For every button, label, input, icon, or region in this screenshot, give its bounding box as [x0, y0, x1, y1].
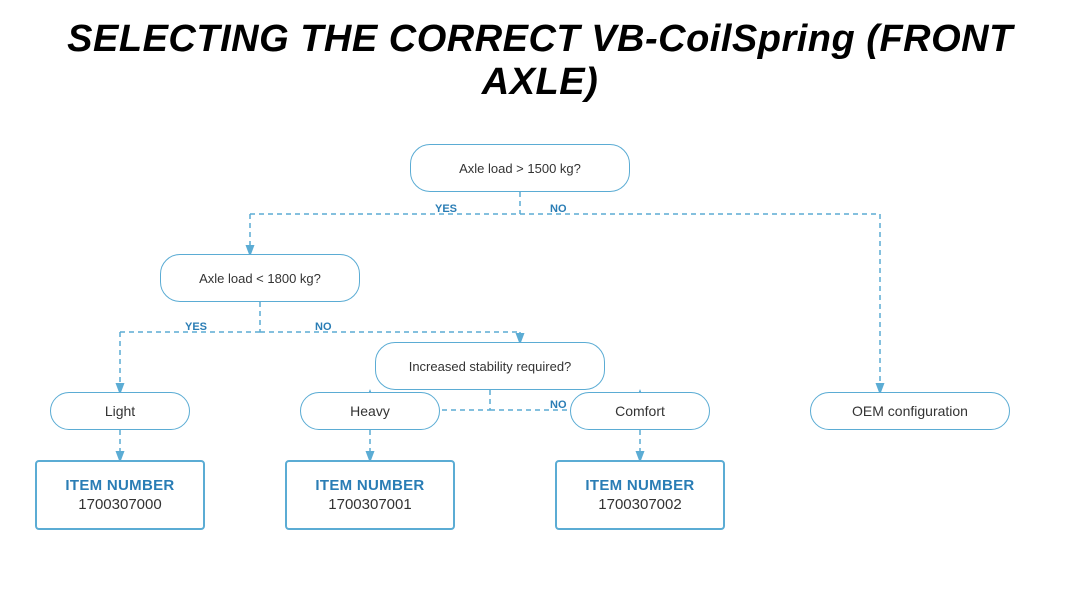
item-3-number: 1700307002	[598, 496, 681, 513]
diagram: YES NO YES NO YES NO Axle load > 1500 kg…	[20, 114, 1060, 604]
item-box-3: ITEM NUMBER 1700307002	[555, 460, 725, 530]
decision-3-text: Increased stability required?	[409, 359, 572, 374]
decision-2-text: Axle load < 1800 kg?	[199, 271, 321, 286]
item-1-number: 1700307000	[78, 496, 161, 513]
svg-text:NO: NO	[550, 399, 567, 411]
svg-text:YES: YES	[435, 203, 457, 215]
result-comfort: Comfort	[570, 392, 710, 430]
decision-1-text: Axle load > 1500 kg?	[459, 161, 581, 176]
result-oem: OEM configuration	[810, 392, 1010, 430]
item-box-2: ITEM NUMBER 1700307001	[285, 460, 455, 530]
decision-box-3: Increased stability required?	[375, 342, 605, 390]
item-box-1: ITEM NUMBER 1700307000	[35, 460, 205, 530]
item-1-label: ITEM NUMBER	[65, 477, 174, 494]
result-light: Light	[50, 392, 190, 430]
decision-box-1: Axle load > 1500 kg?	[410, 144, 630, 192]
item-3-label: ITEM NUMBER	[585, 477, 694, 494]
decision-box-2: Axle load < 1800 kg?	[160, 254, 360, 302]
item-2-label: ITEM NUMBER	[315, 477, 424, 494]
item-2-number: 1700307001	[328, 496, 411, 513]
result-heavy: Heavy	[300, 392, 440, 430]
svg-text:NO: NO	[550, 203, 567, 215]
page-title: SELECTING THE CORRECT VB-CoilSpring (FRO…	[20, 0, 1060, 114]
page: SELECTING THE CORRECT VB-CoilSpring (FRO…	[0, 0, 1080, 608]
svg-text:NO: NO	[315, 321, 332, 333]
svg-text:YES: YES	[185, 321, 207, 333]
